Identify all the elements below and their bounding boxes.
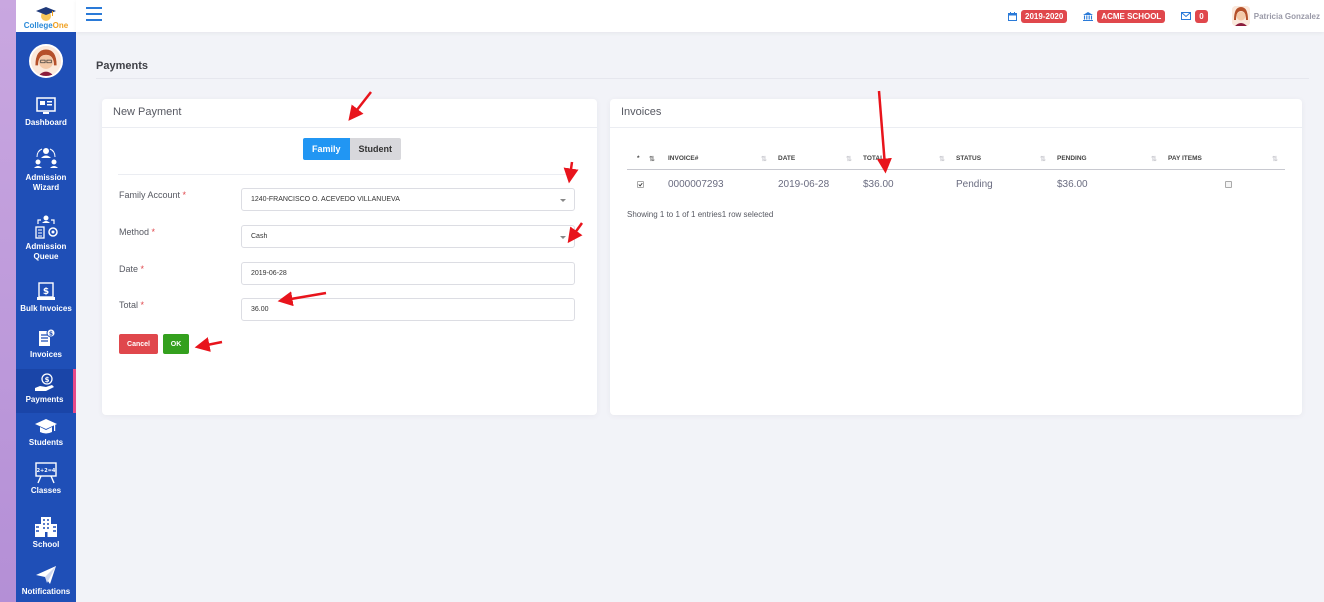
annotation-arrow-method bbox=[567, 222, 584, 244]
annotation-arrow-invoice-total bbox=[876, 90, 892, 174]
annotation-arrow-account bbox=[563, 161, 579, 184]
annotation-arrows bbox=[194, 90, 892, 352]
annotation-arrow-toggle bbox=[348, 91, 372, 121]
annotation-arrow-total bbox=[277, 291, 327, 307]
annotation-arrow-ok bbox=[194, 337, 223, 352]
